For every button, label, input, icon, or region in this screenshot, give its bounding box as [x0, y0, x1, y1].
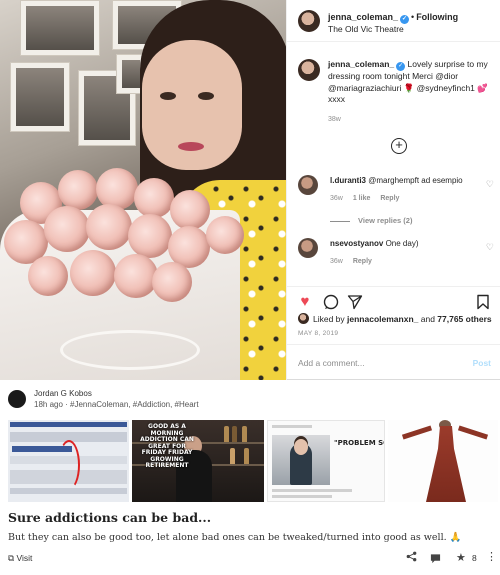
- image-gallery: GOOD AS A MORNING ADDICTION CAN GREAT FO…: [8, 420, 498, 502]
- external-link-icon: ⧉: [8, 553, 15, 563]
- comment-text: One day): [383, 239, 419, 248]
- comment-time: 36w: [330, 195, 343, 202]
- more-icon[interactable]: ⋮: [486, 550, 497, 563]
- post-header: jenna_coleman_ ✓ • Following The Old Vic Th…: [287, 0, 500, 42]
- post-body: But they can also be good too, let alone…: [8, 532, 462, 543]
- star-icon[interactable]: ★: [456, 551, 466, 564]
- post-tags[interactable]: #JennaColeman, #Addiction, #Heart: [70, 400, 199, 409]
- avatar[interactable]: [298, 59, 320, 81]
- verified-badge-icon: ✓: [400, 15, 410, 24]
- heart-icon[interactable]: ♥: [297, 294, 313, 310]
- username[interactable]: jenna_coleman_: [328, 12, 398, 22]
- avatar: [298, 313, 309, 324]
- comment-item: l.duranti3 @marghempft ad esempio 36w 1 l…: [298, 175, 498, 202]
- gallery-image[interactable]: [388, 420, 498, 502]
- caption: jenna_coleman_ ✓ Lovely surprise to my dr…: [298, 59, 498, 123]
- comment-username[interactable]: nsevostyanov: [330, 239, 383, 248]
- share-icon[interactable]: [347, 294, 363, 310]
- author-name[interactable]: Jordan G Kobos: [34, 389, 92, 398]
- share-post-icon[interactable]: [406, 551, 417, 565]
- quote-text: "PROBLEM SOLVE": [334, 439, 384, 447]
- meme-text: GOOD AS A MORNING ADDICTION CAN GREAT FO…: [140, 423, 194, 469]
- caption-time[interactable]: 38w: [328, 116, 498, 123]
- following-button[interactable]: Following: [416, 12, 458, 22]
- comment-likes[interactable]: 1 like: [353, 195, 371, 202]
- avatar[interactable]: [298, 175, 318, 195]
- verified-badge-icon: ✓: [396, 62, 406, 71]
- action-bar: ♥: [287, 286, 500, 316]
- comment-username[interactable]: l.duranti3: [330, 176, 366, 185]
- plus-circle-icon[interactable]: +: [391, 138, 407, 154]
- comment-icon[interactable]: [323, 294, 339, 310]
- wall-frame: [10, 62, 70, 132]
- add-comment-bar: Add a comment... Post: [287, 344, 500, 380]
- heart-icon[interactable]: ♡: [486, 179, 494, 190]
- likes-summary: Liked by jennacolemanxn_ and 77,765 othe…: [298, 313, 492, 324]
- instagram-embed: jenna_coleman_ ✓ • Following The Old Vic Th…: [0, 0, 500, 380]
- avatar[interactable]: [8, 390, 26, 408]
- location-link[interactable]: The Old Vic Theatre: [328, 24, 404, 34]
- avatar[interactable]: [298, 238, 318, 258]
- gallery-image[interactable]: [8, 420, 129, 502]
- liked-by-user[interactable]: jennacolemanxn_: [347, 314, 418, 324]
- reply-button[interactable]: Reply: [380, 195, 399, 202]
- post-sidebar: jenna_coleman_ ✓ • Following The Old Vic Th…: [286, 0, 500, 380]
- liked-by-count[interactable]: 77,765 others: [437, 314, 491, 324]
- star-count: 8: [472, 553, 477, 563]
- chat-icon[interactable]: [430, 553, 441, 567]
- bookmark-icon[interactable]: [475, 294, 491, 310]
- post-photo[interactable]: [0, 0, 286, 380]
- post-title[interactable]: Sure addictions can be bad...: [8, 510, 211, 525]
- caption-username[interactable]: jenna_coleman_: [328, 59, 394, 69]
- comment-time: 36w: [330, 258, 343, 265]
- heart-icon[interactable]: ♡: [486, 242, 494, 253]
- visit-link[interactable]: ⧉ Visit: [8, 553, 32, 564]
- wall-frame: [20, 0, 100, 56]
- gallery-image[interactable]: "PROBLEM SOLVE": [267, 420, 385, 502]
- view-replies-link[interactable]: View replies (2): [330, 216, 412, 225]
- comment-text: @marghempft ad esempio: [366, 176, 463, 185]
- reply-button[interactable]: Reply: [353, 258, 372, 265]
- gallery-image[interactable]: GOOD AS A MORNING ADDICTION CAN GREAT FO…: [132, 420, 264, 502]
- post-date[interactable]: MAY 8, 2019: [298, 330, 338, 337]
- avatar[interactable]: [298, 10, 320, 32]
- post-button[interactable]: Post: [473, 358, 491, 368]
- post-time: 18h ago: [34, 400, 63, 409]
- comment-input[interactable]: Add a comment...: [298, 358, 365, 368]
- post-footer: ⧉ Visit ★ 8 ⋮: [8, 551, 497, 567]
- post-author: Jordan G Kobos 18h ago · #JennaColeman, …: [8, 389, 488, 417]
- comment-item: nsevostyanov One day) 36w Reply ♡: [298, 238, 498, 265]
